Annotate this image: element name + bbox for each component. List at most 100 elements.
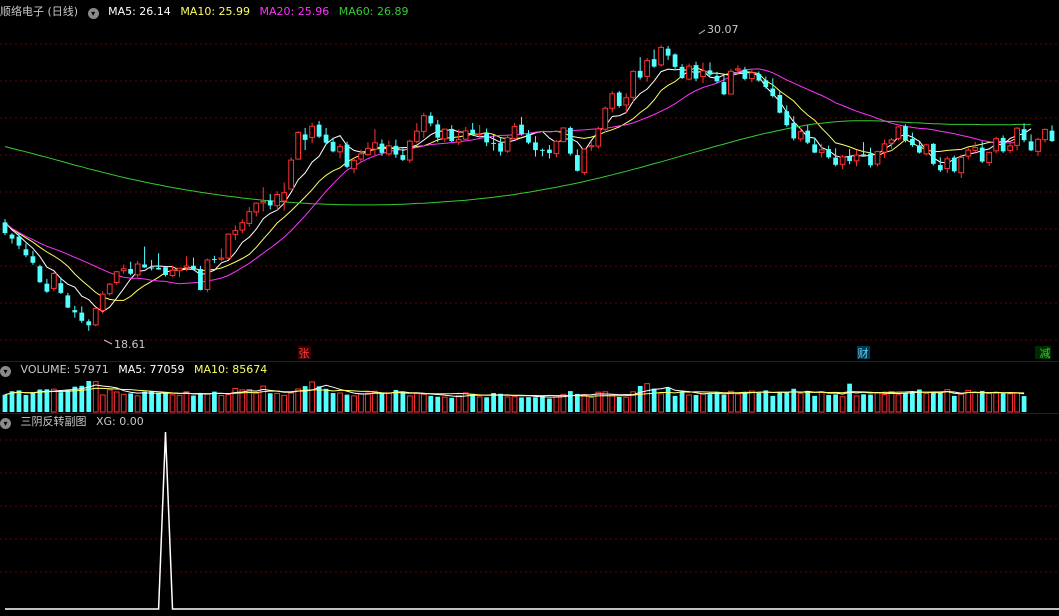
candle-body xyxy=(183,265,190,268)
volume-bar xyxy=(393,390,399,412)
volume-bar xyxy=(16,390,22,412)
candle-body xyxy=(728,70,734,95)
candle-body xyxy=(707,70,713,75)
candle-body xyxy=(818,149,825,154)
xg-line xyxy=(5,431,1059,610)
candle-body xyxy=(888,139,895,144)
candle-body xyxy=(791,122,797,139)
candle-body xyxy=(37,266,43,283)
candle-body xyxy=(805,130,811,143)
high-label-leader xyxy=(698,29,706,35)
candle-body xyxy=(853,154,860,162)
high-price-label: 30.07 xyxy=(707,23,739,36)
volume-bar xyxy=(428,395,434,412)
candle-body xyxy=(16,236,22,246)
volume-bar xyxy=(288,392,295,413)
candle-body xyxy=(358,153,364,160)
candle-body xyxy=(553,140,560,155)
volume-bar xyxy=(881,393,888,413)
volume-bar xyxy=(330,393,336,412)
volume-bar xyxy=(853,395,860,413)
volume-bar xyxy=(888,390,895,413)
volume-bar xyxy=(861,394,866,412)
ma20-line xyxy=(4,68,1018,285)
volume-bar xyxy=(588,396,595,413)
candle-body xyxy=(658,46,664,66)
indicator-xg: XG: 0.00 xyxy=(96,415,144,428)
kline-chart[interactable]: 30.07 18.61 张 财 减 xyxy=(0,0,1059,616)
volume-bar xyxy=(847,383,852,412)
candle-body xyxy=(462,130,469,140)
volume-bar xyxy=(225,393,232,413)
volume-bar xyxy=(930,392,936,412)
candle-body xyxy=(986,151,993,164)
volume-bar xyxy=(581,394,588,413)
volume-bar xyxy=(616,396,622,412)
candle-body xyxy=(386,145,392,155)
volume-bar xyxy=(868,394,873,412)
candle-body xyxy=(309,125,315,138)
candle-body xyxy=(476,133,483,136)
volume-bar xyxy=(714,392,720,412)
volume-bar xyxy=(50,388,57,413)
volume-bar xyxy=(491,393,496,412)
candles xyxy=(2,45,1055,331)
volume-bar xyxy=(1021,396,1027,412)
ma-lines xyxy=(4,67,1032,313)
volume-bar xyxy=(986,393,993,413)
volume-bar xyxy=(553,396,560,413)
candle-body xyxy=(1021,129,1027,141)
candle-body xyxy=(1042,128,1048,141)
volume-bar xyxy=(106,389,113,413)
candle-body xyxy=(246,211,253,224)
candle-body xyxy=(693,65,699,79)
volume-bar xyxy=(435,396,441,412)
volume-bar xyxy=(784,391,790,412)
volume-dropdown-icon[interactable]: ▾ xyxy=(0,366,11,377)
volume-bar xyxy=(826,394,832,412)
indicator-header: ▾ 三阴反转副图 XG: 0.00 xyxy=(0,414,150,430)
volume-bar xyxy=(519,397,524,412)
volume-bar xyxy=(574,393,580,412)
candle-body xyxy=(455,139,462,143)
volume-bar xyxy=(420,393,427,413)
candle-body xyxy=(225,233,232,259)
candle-body xyxy=(498,143,503,152)
price-header: 顺络电子 (日线) ▾ MA5: 26.14 MA10: 25.99 MA20:… xyxy=(0,4,414,20)
volume-bar xyxy=(163,392,168,412)
grid-lines xyxy=(0,43,1059,573)
candle-body xyxy=(917,145,922,153)
volume-bar xyxy=(176,394,183,413)
candle-body xyxy=(232,230,239,235)
volume-bar xyxy=(1007,393,1013,413)
stock-title: 顺络电子 (日线) xyxy=(0,5,79,18)
volume-bar xyxy=(602,391,609,413)
volume-bar xyxy=(979,390,985,412)
indicator-dropdown-icon[interactable]: ▾ xyxy=(0,418,11,429)
candle-body xyxy=(128,268,134,274)
volume-ma5: MA5: 77059 xyxy=(118,363,185,376)
volume-bar xyxy=(504,396,511,413)
candle-body xyxy=(491,142,496,144)
candle-body xyxy=(651,59,657,67)
volume-bar xyxy=(1000,393,1006,412)
volume-bar xyxy=(413,393,420,413)
volume-bar xyxy=(99,394,106,413)
candle-body xyxy=(504,137,511,152)
candle-body xyxy=(337,146,343,153)
event-markers[interactable]: 张 财 减 xyxy=(298,346,1051,360)
candle-body xyxy=(435,124,441,138)
volume-bar xyxy=(470,393,476,412)
volume-bar xyxy=(910,391,915,412)
candle-body xyxy=(323,134,329,143)
candle-body xyxy=(979,147,985,162)
volume-bar xyxy=(609,394,616,413)
volume-bar xyxy=(895,394,902,413)
candle-body xyxy=(616,92,622,106)
volume-bar xyxy=(721,394,727,412)
dropdown-icon[interactable]: ▾ xyxy=(87,8,99,19)
candle-body xyxy=(239,222,246,231)
volume-bar xyxy=(818,391,825,413)
candle-body xyxy=(156,267,161,270)
ma5-label: MA5: 26.14 xyxy=(108,5,171,18)
